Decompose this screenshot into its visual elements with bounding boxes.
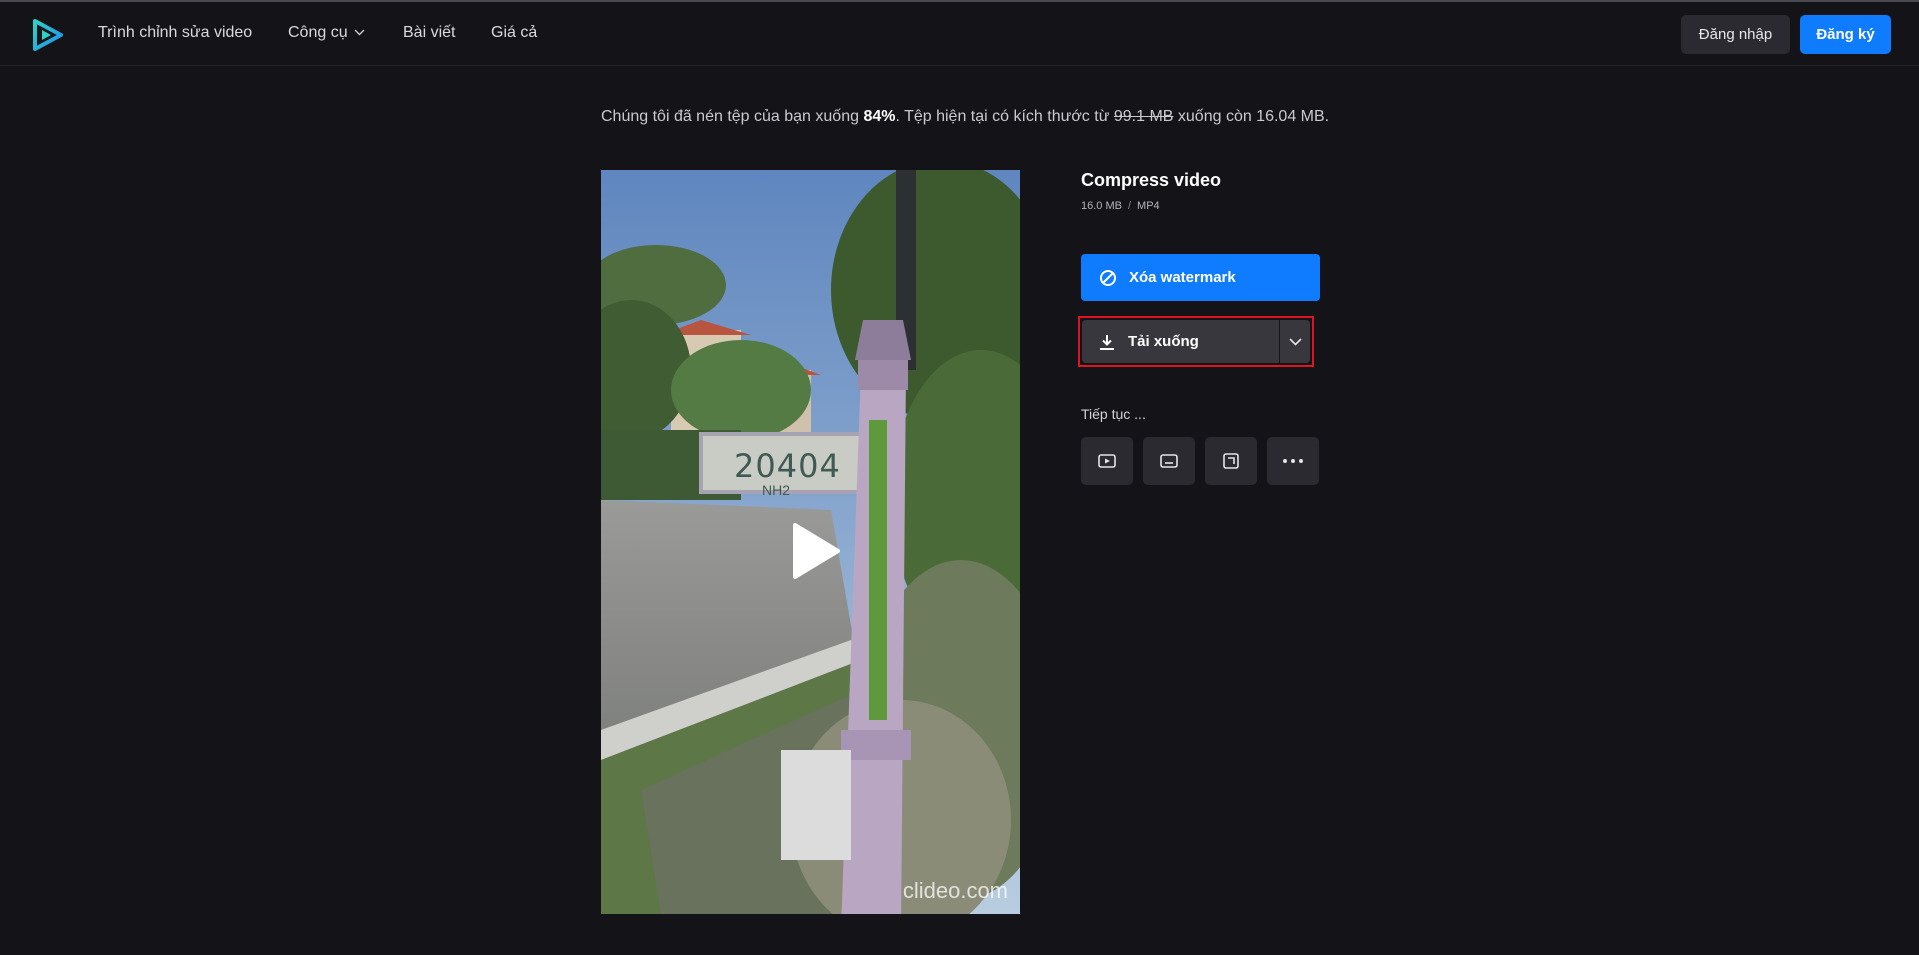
tool-subtitles-button[interactable] — [1143, 437, 1195, 485]
result-panel: Compress video 16.0 MB / MP4 Xóa watermark… — [1078, 170, 1320, 485]
video-preview[interactable]: 20404 NH2 clideo.com — [601, 170, 1020, 914]
more-icon — [1283, 459, 1303, 463]
subtitles-icon — [1160, 454, 1178, 468]
summary-suffix: xuống còn 16.04 MB. — [1173, 108, 1330, 125]
prohibited-icon — [1100, 269, 1116, 286]
video-player-icon — [1098, 454, 1116, 468]
tool-crop-button[interactable] — [1205, 437, 1257, 485]
login-button[interactable]: Đăng nhập — [1681, 15, 1790, 54]
summary-middle: . Tệp hiện tại có kích thước từ — [895, 108, 1114, 125]
chevron-down-icon — [354, 29, 365, 36]
download-highlight: Tải xuống — [1078, 316, 1314, 367]
panel-title: Compress video — [1081, 170, 1222, 190]
nav-video-editor[interactable]: Trình chỉnh sửa video — [98, 24, 252, 42]
remove-watermark-label: Xóa watermark — [1129, 269, 1236, 286]
summary-percent: 84% — [863, 108, 896, 125]
nav-articles[interactable]: Bài viết — [403, 24, 455, 42]
tool-video-player-button[interactable] — [1081, 437, 1133, 485]
compression-summary: Chúng tôi đã nén tệp của bạn xuống 84%. … — [601, 108, 1329, 126]
watermark-text: clideo.com — [902, 878, 1008, 903]
sign-number: 20404 — [734, 447, 841, 485]
play-icon[interactable] — [791, 522, 841, 580]
top-navbar: Trình chỉnh sửa video Công cụ Bài viết G… — [0, 2, 1919, 66]
crop-icon — [1223, 453, 1239, 469]
tool-more-button[interactable] — [1267, 437, 1319, 485]
nav-pricing[interactable]: Giá cả — [491, 24, 537, 42]
logo-icon[interactable] — [33, 19, 63, 51]
file-size: 16.0 MB — [1081, 200, 1122, 212]
download-label: Tải xuống — [1128, 333, 1199, 350]
nav-tools-label: Công cụ — [288, 24, 348, 41]
meta-separator: / — [1127, 200, 1132, 212]
chevron-down-icon — [1288, 337, 1302, 346]
download-options-button[interactable] — [1280, 320, 1310, 363]
signup-button[interactable]: Đăng ký — [1800, 15, 1891, 54]
continue-label: Tiếp tục ... — [1081, 406, 1146, 422]
remove-watermark-button[interactable]: Xóa watermark — [1081, 254, 1320, 301]
download-button[interactable]: Tải xuống — [1082, 320, 1279, 363]
summary-prefix: Chúng tôi đã nén tệp của bạn xuống — [601, 108, 864, 125]
sign-subtext: NH2 — [762, 482, 791, 498]
file-format: MP4 — [1137, 200, 1160, 212]
nav-tools-dropdown[interactable]: Công cụ — [288, 24, 365, 42]
file-meta: 16.0 MB / MP4 — [1081, 200, 1320, 212]
download-icon — [1100, 334, 1114, 350]
summary-old-size: 99.1 MB — [1113, 108, 1174, 125]
